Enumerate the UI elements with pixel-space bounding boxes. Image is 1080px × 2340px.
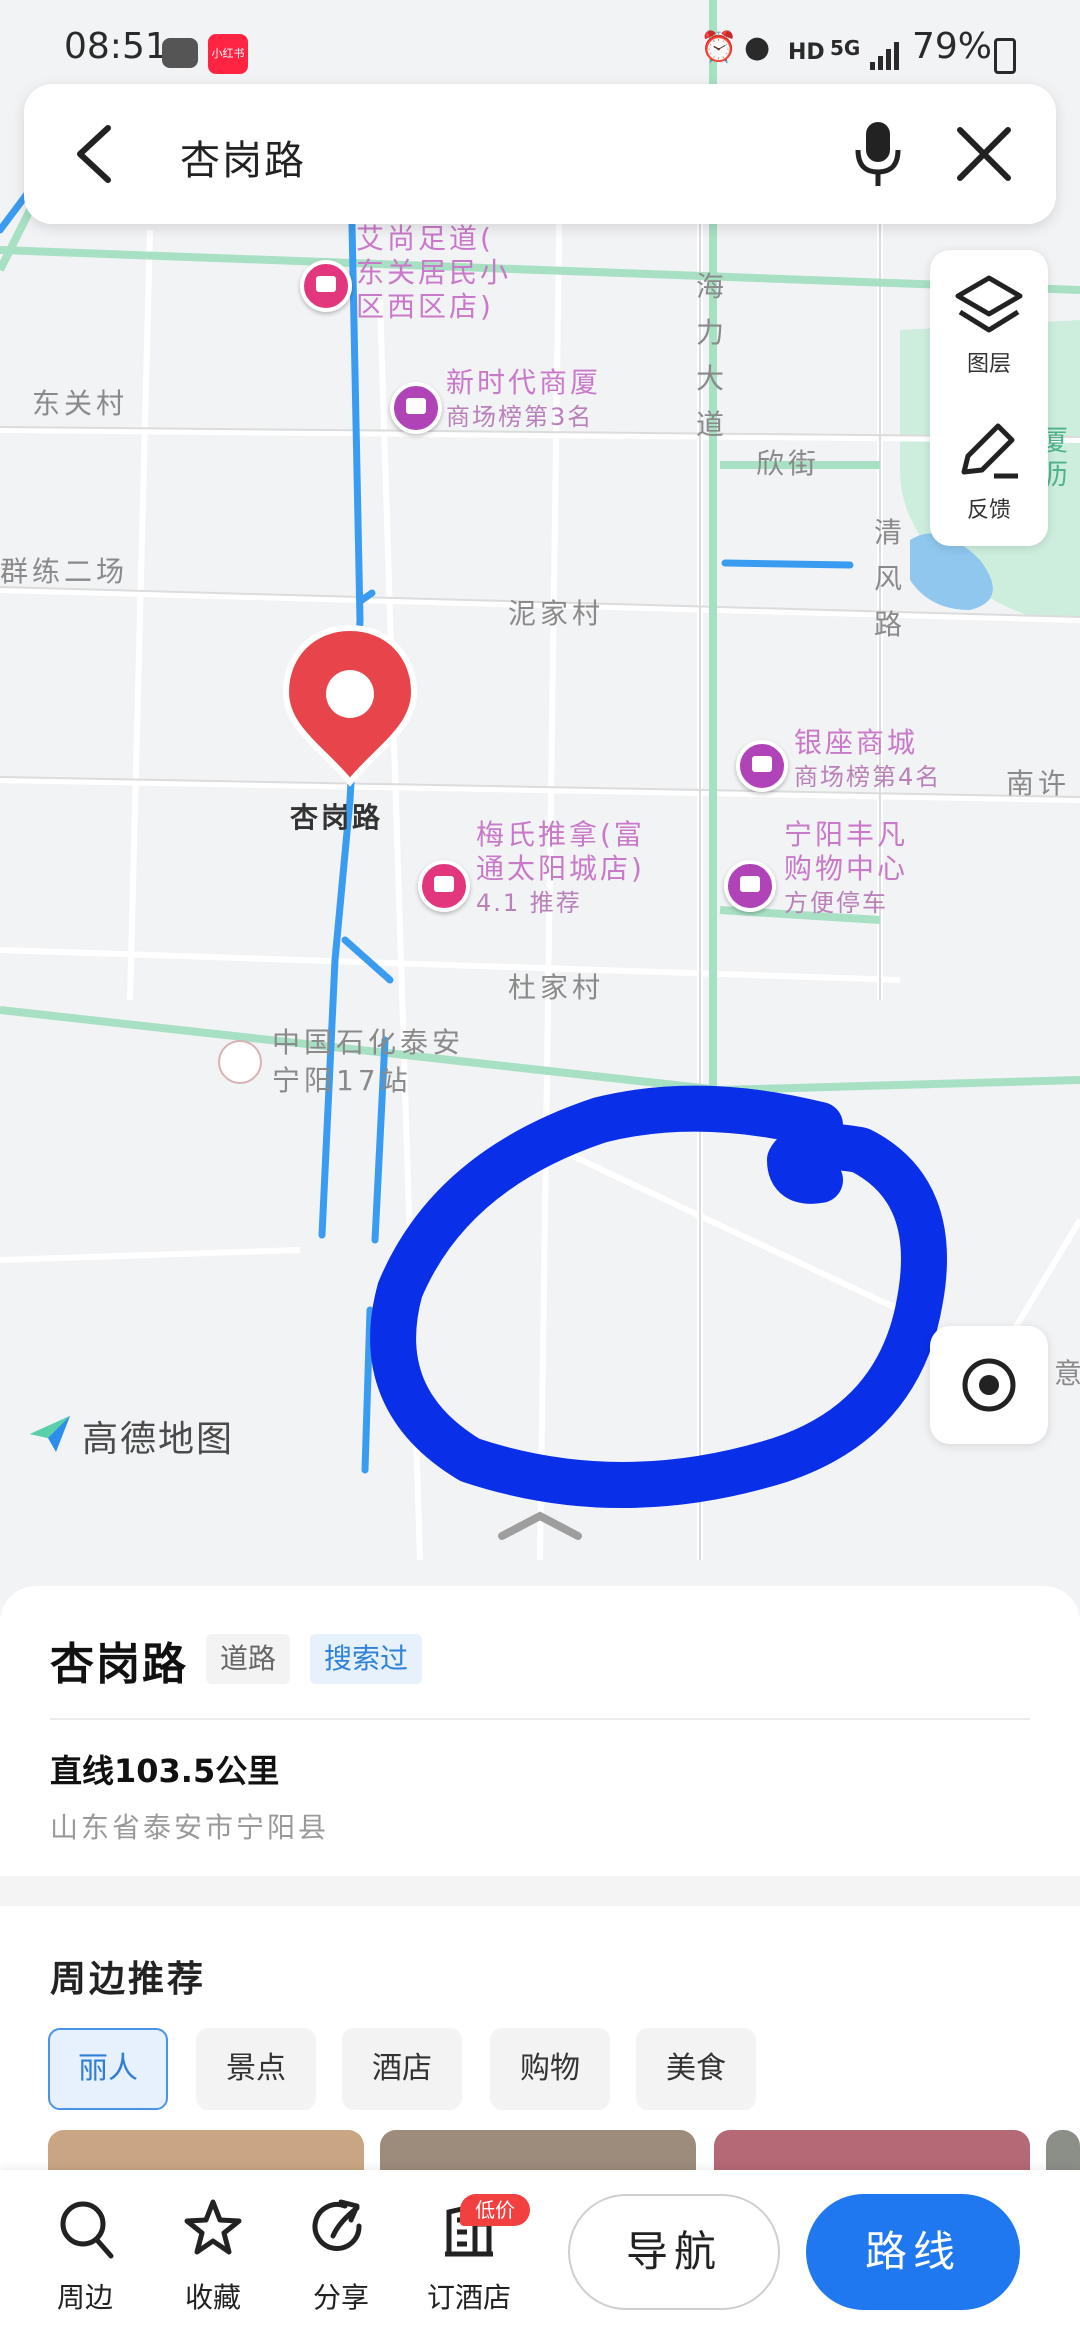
poi-sinopec[interactable]: 中国石化泰安 宁阳17站 (272, 1024, 464, 1100)
poi-xinshidai[interactable]: 新时代商厦 商场榜第3名 (446, 366, 601, 434)
alarm-icon: ⏰ (700, 30, 738, 65)
nearby-label: 周边 (56, 2281, 113, 2314)
poi-massage-icon[interactable] (300, 260, 352, 312)
location-icon: ● (744, 30, 771, 65)
signal-icon (870, 42, 899, 70)
poi-shopping-icon[interactable] (390, 382, 442, 434)
nearby-title: 周边推荐 (50, 1959, 207, 2000)
favorites-label: 收藏 (184, 2281, 241, 2314)
hd-icon: HD (788, 40, 825, 65)
map-label-haili-avenue: 海力大道 (695, 270, 724, 441)
poi-fengfan[interactable]: 宁阳丰凡 购物中心 方便停车 (784, 818, 908, 920)
place-title: 杏岗路 (50, 1639, 188, 1690)
navigate-button[interactable]: 导航 (568, 2194, 780, 2310)
map-label-xin-street: 欣街 (756, 447, 821, 480)
chip-beauty[interactable]: 丽人 (48, 2028, 168, 2110)
map-tools-panel: 图层 反馈 (930, 250, 1048, 546)
divider (50, 1718, 1030, 1720)
status-bar: 08:51 小红书 ⏰ ● HD 5G 79% (0, 0, 1080, 80)
feedback-label: 反馈 (966, 498, 1011, 523)
share-icon (312, 2199, 362, 2251)
book-hotel-label: 订酒店 (426, 2281, 511, 2314)
pencil-icon (961, 423, 1018, 479)
tag-searched: 搜索过 (310, 1634, 423, 1684)
marker-label: 杏岗路 (290, 801, 384, 834)
close-icon[interactable] (954, 124, 1014, 184)
poi-shopping-icon[interactable] (736, 740, 788, 792)
address-text: 山东省泰安市宁阳县 (50, 1811, 330, 1844)
section-gap (0, 1876, 1080, 1906)
star-icon (184, 2199, 242, 2255)
layers-button[interactable]: 图层 (930, 250, 1048, 390)
location-marker-icon[interactable] (278, 624, 422, 794)
hand-drawn-circle (370, 1085, 947, 1508)
map-label-nanxu: 南许 (1006, 767, 1071, 800)
locate-icon (962, 1358, 1016, 1412)
low-price-badge: 低价 (460, 2194, 530, 2226)
share-label: 分享 (312, 2281, 369, 2314)
search-bar[interactable]: 杏岗路 (24, 84, 1056, 224)
status-time: 08:51 (64, 26, 168, 67)
locate-button[interactable] (930, 1326, 1048, 1444)
layers-icon (955, 275, 1023, 333)
battery-icon (994, 38, 1016, 74)
battery-percent: 79% (912, 26, 993, 67)
chip-scenic[interactable]: 景点 (196, 2028, 316, 2110)
search-icon (60, 2201, 114, 2259)
map-canvas[interactable] (0, 0, 1080, 1600)
bottom-action-bar: 周边 收藏 分享 订酒店 低价 导航 路线 (0, 2170, 1080, 2340)
poi-shopping-icon[interactable] (724, 860, 776, 912)
map-label-dongguan: 东关村 (32, 387, 129, 420)
poi-yinzuo[interactable]: 银座商城 商场榜第4名 (794, 726, 941, 794)
poi-aishang[interactable]: 艾尚足道( 东关居民小 区西区店) (356, 222, 511, 324)
chip-food[interactable]: 美食 (636, 2028, 756, 2110)
xiaohongshu-icon: 小红书 (208, 34, 248, 74)
tag-road: 道路 (206, 1634, 291, 1684)
map-label-qingfeng-road: 清风路 (873, 516, 902, 641)
chip-shopping[interactable]: 购物 (490, 2028, 610, 2110)
amap-logo-icon (30, 1416, 70, 1452)
chip-hotel[interactable]: 酒店 (342, 2028, 462, 2110)
feedback-button[interactable]: 反馈 (930, 398, 1048, 538)
back-arrow-icon[interactable] (70, 122, 118, 186)
microphone-icon[interactable] (850, 118, 906, 190)
map-label-yi: 意 (1054, 1357, 1080, 1390)
wechat-icon (162, 38, 198, 68)
map-view[interactable]: 东关村 群练二场 泥家村 杜家村 欣街 南许 意 海力大道 清风路 艾尚足道( … (0, 0, 1080, 1600)
map-label-drill-field: 群练二场 (0, 555, 129, 588)
layers-label: 图层 (966, 352, 1011, 377)
route-button[interactable]: 路线 (806, 2194, 1020, 2310)
search-input[interactable]: 杏岗路 (180, 128, 306, 186)
poi-meishi[interactable]: 梅氏推拿(富 通太阳城店) 4.1 推荐 (476, 818, 645, 920)
poi-massage-icon[interactable] (418, 860, 470, 912)
gas-station-icon[interactable] (218, 1040, 262, 1084)
map-label-dujia: 杜家村 (508, 971, 605, 1004)
distance-text: 直线103.5公里 (50, 1752, 280, 1790)
5g-icon: 5G (830, 36, 861, 60)
map-label-nijia: 泥家村 (508, 597, 605, 630)
